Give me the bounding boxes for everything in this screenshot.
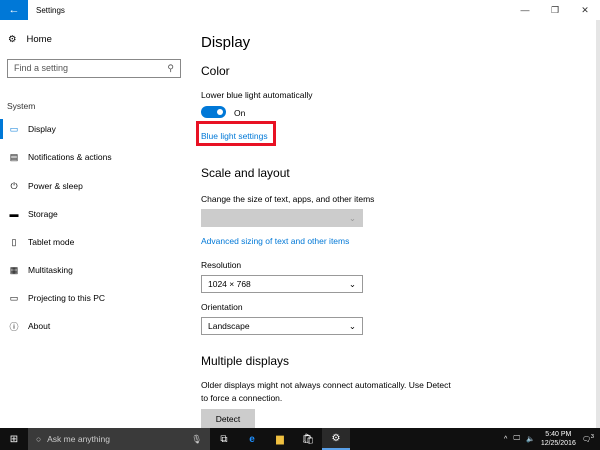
taskbar: ⊞ ○ Ask me anything 🎙 ⧉ e ▆ 🛍 ⚙ ^ 🖵 🔈 5:40… (0, 428, 600, 450)
color-heading: Color (201, 64, 230, 78)
chevron-down-icon: ⌄ (348, 278, 356, 289)
start-button[interactable]: ⊞ (0, 428, 28, 450)
gear-icon: ⚙ (8, 34, 17, 45)
file-explorer-icon[interactable]: ▆ (266, 428, 294, 450)
info-icon: ⓘ (9, 321, 19, 332)
settings-taskbar-icon[interactable]: ⚙ (322, 428, 350, 450)
cortana-placeholder: Ask me anything (47, 434, 110, 444)
chevron-down-icon: ⌄ (348, 212, 356, 223)
multi-displays-text: Older displays might not always connect … (201, 380, 451, 390)
title-bar: ← Settings — ❐ ✕ (0, 0, 600, 20)
sidebar-item-label: Tablet mode (28, 237, 75, 247)
page-title: Display (201, 34, 251, 51)
tablet-icon: ▯ (11, 236, 17, 247)
sidebar-item-label: Display (28, 124, 56, 134)
toggle-state: On (234, 108, 246, 118)
multi-displays-text-2: to force a connection. (201, 393, 283, 403)
sidebar-item-display[interactable]: ▭ Display (0, 119, 190, 139)
sidebar-item-label: Notifications & actions (28, 152, 112, 162)
volume-icon[interactable]: 🔈 (526, 435, 535, 443)
scale-label: Change the size of text, apps, and other… (201, 194, 375, 204)
microphone-icon: 🎙 (191, 433, 202, 444)
network-icon[interactable]: 🖵 (513, 435, 520, 443)
cortana-search[interactable]: ○ Ask me anything 🎙 (28, 428, 210, 450)
orientation-value: Landscape (208, 321, 250, 331)
maximize-button[interactable]: ❐ (540, 0, 570, 20)
blue-light-label: Lower blue light automatically (201, 90, 313, 100)
edge-icon[interactable]: e (238, 428, 266, 450)
advanced-sizing-link[interactable]: Advanced sizing of text and other items (201, 236, 349, 246)
multitasking-icon: ▦ (9, 264, 19, 275)
back-button[interactable]: ← (0, 0, 28, 20)
search-input[interactable]: Find a setting ⚲ (7, 59, 181, 78)
window-title: Settings (36, 5, 65, 15)
notification-count: 3 (590, 434, 594, 441)
orientation-label: Orientation (201, 302, 243, 312)
home-label: Home (26, 34, 52, 45)
display-icon: ▭ (9, 123, 19, 134)
sidebar-item-label: Storage (28, 209, 58, 219)
sidebar-item-notifications[interactable]: ▤ Notifications & actions (0, 147, 190, 167)
store-icon[interactable]: 🛍 (294, 428, 322, 450)
sidebar-item-label: Power & sleep (28, 181, 83, 191)
date: 12/25/2016 (540, 440, 576, 447)
sidebar-item-label: About (28, 321, 51, 331)
action-center-icon[interactable]: 🗨3 (582, 434, 594, 443)
resolution-label: Resolution (201, 260, 242, 270)
detect-button[interactable]: Detect (201, 409, 255, 429)
highlight-box (196, 121, 276, 146)
multiple-displays-heading: Multiple displays (201, 354, 290, 368)
time: 5:40 PM (545, 431, 572, 438)
sidebar-item-about[interactable]: ⓘ About (0, 316, 190, 336)
sidebar-item-label: Projecting to this PC (28, 293, 106, 303)
sidebar-item-label: Multitasking (28, 265, 73, 275)
storage-icon: ▬ (9, 209, 19, 219)
scale-dropdown[interactable]: ⌄ (201, 209, 363, 227)
orientation-dropdown[interactable]: Landscape ⌄ (201, 317, 363, 335)
clock[interactable]: 5:40 PM 12/25/2016 (541, 430, 576, 448)
sidebar-item-multitasking[interactable]: ▦ Multitasking (0, 260, 190, 280)
scale-heading: Scale and layout (201, 166, 290, 180)
sidebar-item-power[interactable]: ⏻ Power & sleep (0, 176, 190, 196)
notifications-icon: ▤ (9, 151, 19, 162)
resolution-value: 1024 × 768 (208, 279, 251, 289)
sidebar-item-tablet[interactable]: ▯ Tablet mode (0, 232, 190, 252)
section-label: System (7, 101, 36, 111)
scrollbar[interactable] (596, 20, 600, 428)
sidebar-item-storage[interactable]: ▬ Storage (0, 204, 190, 224)
task-view-icon[interactable]: ⧉ (210, 428, 238, 450)
home-link[interactable]: ⚙ Home (8, 34, 52, 45)
projector-icon: ▭ (9, 292, 19, 303)
chevron-down-icon: ⌄ (348, 320, 356, 331)
search-icon: ⚲ (167, 63, 174, 73)
power-icon: ⏻ (10, 180, 18, 191)
sidebar-item-projecting[interactable]: ▭ Projecting to this PC (0, 288, 190, 308)
resolution-dropdown[interactable]: 1024 × 768 ⌄ (201, 275, 363, 293)
minimize-button[interactable]: — (510, 0, 540, 20)
chevron-up-icon[interactable]: ^ (504, 436, 507, 443)
close-button[interactable]: ✕ (570, 0, 600, 20)
search-placeholder: Find a setting (14, 63, 69, 73)
cortana-icon: ○ (36, 434, 42, 444)
blue-light-toggle[interactable] (201, 106, 226, 118)
